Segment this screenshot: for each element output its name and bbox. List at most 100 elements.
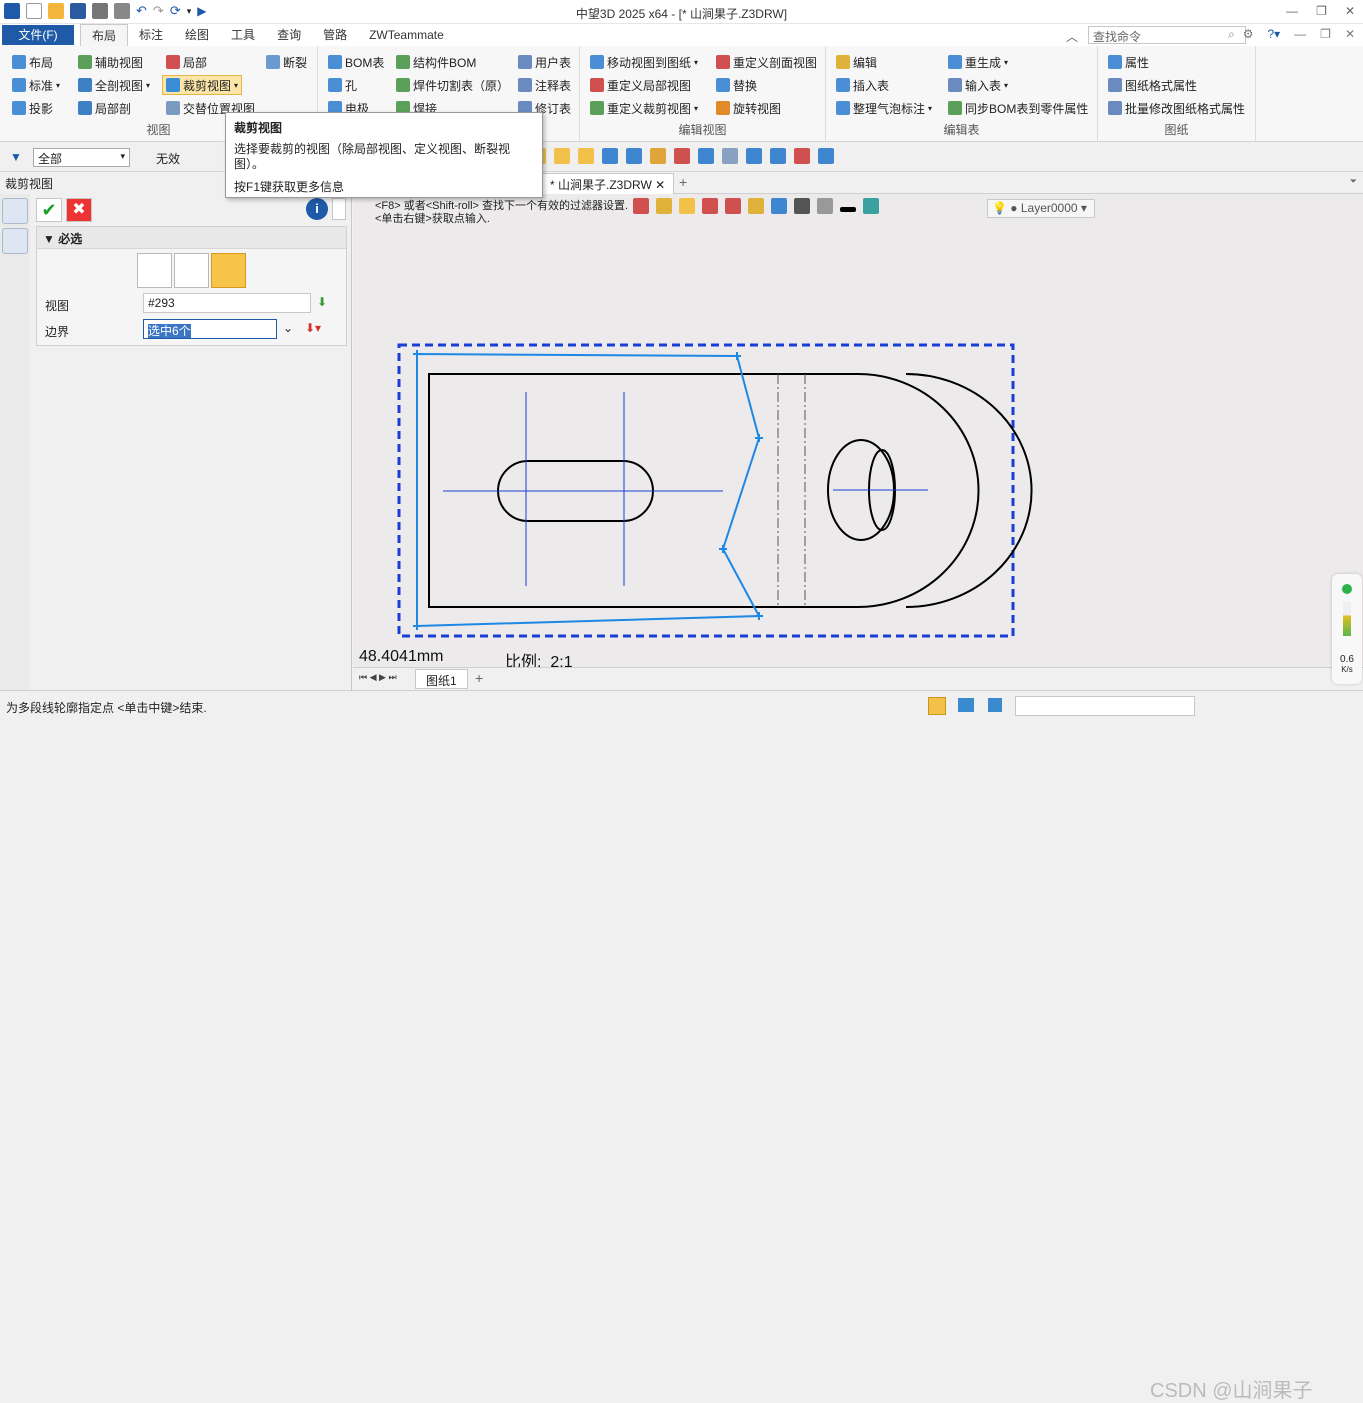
properties-button[interactable]: 属性 — [1108, 52, 1149, 72]
layout-button[interactable]: 布局 — [12, 52, 53, 72]
crop-view-button[interactable]: 裁剪视图 ▾ — [162, 75, 243, 95]
view-tool-2-icon[interactable] — [626, 148, 642, 164]
mode-circle-icon[interactable] — [137, 253, 172, 288]
panel-side-tabs — [0, 194, 30, 690]
full-section-icon — [78, 78, 92, 92]
tab-draw[interactable]: 绘图 — [174, 24, 220, 46]
projection-button[interactable]: 投影 — [12, 98, 53, 118]
restore-icon[interactable]: ❐ — [1316, 4, 1327, 18]
sync-bom-button[interactable]: 同步BOM表到零件属性 — [948, 98, 1088, 118]
mdi-restore-icon[interactable]: ❐ — [1320, 27, 1331, 41]
settings-icon[interactable]: ⚙ — [1243, 27, 1254, 41]
auxiliary-view-button[interactable]: 辅助视图 — [78, 52, 143, 72]
command-search-input[interactable]: 查找命令 — [1088, 26, 1246, 44]
add-tab-icon[interactable]: + — [679, 174, 687, 190]
user-table-button[interactable]: 用户表 — [518, 52, 571, 72]
mdi-minimize-icon[interactable]: — — [1294, 27, 1306, 41]
sheet-format-properties-button[interactable]: 图纸格式属性 — [1108, 75, 1197, 95]
redefine-crop-view-button[interactable]: 重定义裁剪视图 ▾ — [590, 98, 698, 118]
structure-bom-button[interactable]: 结构件BOM — [396, 52, 476, 72]
view-tool-7-icon[interactable] — [746, 148, 762, 164]
collapse-ribbon-icon[interactable]: ︿ — [1066, 28, 1078, 45]
status-input[interactable] — [1015, 696, 1195, 716]
cancel-button[interactable]: ✖ — [66, 198, 92, 222]
ok-button[interactable]: ✔ — [36, 198, 62, 222]
tab-layout[interactable]: 布局 — [80, 24, 129, 46]
snap-line-icon[interactable] — [578, 148, 594, 164]
search-icon[interactable]: ⌕ — [1228, 27, 1235, 42]
tab-piping[interactable]: 管路 — [312, 24, 358, 46]
hole-table-button[interactable]: 孔 — [328, 75, 357, 95]
add-sheet-icon[interactable]: + — [475, 670, 483, 686]
regenerate-button[interactable]: 重生成 ▾ — [948, 52, 1008, 72]
mode-rectangle-icon[interactable] — [174, 253, 209, 288]
dropdown-icon: ▾ — [1004, 80, 1009, 90]
insert-table-button[interactable]: 插入表 — [836, 75, 889, 95]
network-speed-widget[interactable]: 0.6 K/s — [1332, 574, 1362, 684]
manager-tab-icon[interactable] — [2, 198, 28, 224]
tab-annotate[interactable]: 标注 — [128, 24, 174, 46]
tab-zwteammate[interactable]: ZWTeammate — [358, 24, 455, 46]
view-tool-9-icon[interactable] — [794, 148, 810, 164]
boundary-field[interactable]: 选中6个 — [143, 319, 277, 339]
help-icon[interactable]: ?▾ — [1267, 27, 1280, 41]
minimize-icon[interactable]: — — [1286, 4, 1298, 18]
rotate-view-button[interactable]: 旋转视图 — [716, 98, 781, 118]
status-icon-1[interactable] — [928, 697, 946, 715]
bom-table-button[interactable]: BOM表 — [328, 52, 384, 72]
view-tool-10-icon[interactable] — [818, 148, 834, 164]
snap-curve-icon[interactable] — [554, 148, 570, 164]
pick-view-icon[interactable]: ⬇ — [317, 295, 327, 309]
auxiliary-view-icon — [78, 55, 92, 69]
broken-out-section-button[interactable]: 局部剖 — [78, 98, 131, 118]
tab-menu-icon[interactable]: ⏷ — [1350, 176, 1357, 187]
window-title: 中望3D 2025 x64 - [* 山涧果子.Z3DRW] — [575, 7, 788, 21]
drawing-canvas[interactable]: <F8> 或者<Shift-roll> 查找下一个有效的过滤器设置. <单击右键… — [353, 194, 1363, 671]
import-table-button[interactable]: 输入表 ▾ — [948, 75, 1008, 95]
expand-icon[interactable]: ⌄ — [283, 321, 293, 335]
document-tab[interactable]: * 山涧果子.Z3DRW ✕ — [541, 173, 675, 194]
detail-button[interactable]: 局部 — [166, 52, 207, 72]
crop-view-icon — [166, 78, 180, 92]
view-tool-6-icon[interactable] — [722, 148, 738, 164]
note-table-button[interactable]: 注释表 — [518, 75, 571, 95]
layers-tab-icon[interactable] — [2, 228, 28, 254]
replace-button[interactable]: 替换 — [716, 75, 757, 95]
required-section-header[interactable]: ▼ 必选 — [37, 227, 346, 249]
move-view-to-sheet-button[interactable]: 移动视图到图纸 ▾ — [590, 52, 698, 72]
mdi-close-icon[interactable]: ✕ — [1345, 27, 1355, 41]
status-icon-2[interactable] — [958, 698, 974, 712]
redefine-section-view-button[interactable]: 重定义剖面视图 — [716, 52, 817, 72]
close-tab-icon[interactable]: ✕ — [655, 178, 665, 192]
view-tool-1-icon[interactable] — [602, 148, 618, 164]
standard-button[interactable]: 标准 ▾ — [12, 75, 60, 95]
pick-boundary-icon[interactable]: ⬇▾ — [305, 321, 321, 335]
view-tool-4-icon[interactable] — [674, 148, 690, 164]
filter-select[interactable]: 全部 ▾ — [33, 148, 130, 167]
status-icon-3[interactable] — [988, 698, 1002, 712]
break-button[interactable]: 断裂 — [266, 52, 307, 72]
tab-tools[interactable]: 工具 — [220, 24, 266, 46]
sheet-tab[interactable]: 图纸1 — [415, 669, 468, 689]
status-message: 为多段线轮廓指定点 <单击中键>结束. — [6, 701, 207, 715]
full-section-button[interactable]: 全剖视图 ▾ — [78, 75, 150, 95]
dropdown-icon: ▾ — [928, 103, 933, 113]
sheet-nav-icons[interactable]: ⏮ ◀ ▶ ⏭ — [359, 672, 397, 683]
drawing-view[interactable] — [353, 194, 1363, 667]
close-icon[interactable]: ✕ — [1345, 4, 1355, 18]
view-tool-5-icon[interactable] — [698, 148, 714, 164]
view-tool-8-icon[interactable] — [770, 148, 786, 164]
batch-modify-format-button[interactable]: 批量修改图纸格式属性 — [1108, 98, 1245, 118]
redefine-detail-view-button[interactable]: 重定义局部视图 — [590, 75, 691, 95]
file-menu-button[interactable]: 文件(F) — [2, 25, 74, 45]
info-icon[interactable]: i — [306, 198, 328, 220]
help-doc-icon[interactable] — [332, 198, 346, 220]
weldment-cut-list-button[interactable]: 焊件切割表（原） — [396, 75, 509, 95]
view-field[interactable]: #293 — [143, 293, 311, 313]
view-tool-3-icon[interactable] — [650, 148, 666, 164]
arrange-balloons-button[interactable]: 整理气泡标注 ▾ — [836, 98, 932, 118]
speed-unit: K/s — [1341, 665, 1353, 674]
tab-query[interactable]: 查询 — [266, 24, 312, 46]
edit-button[interactable]: 编辑 — [836, 52, 877, 72]
mode-polyline-icon[interactable] — [211, 253, 246, 288]
